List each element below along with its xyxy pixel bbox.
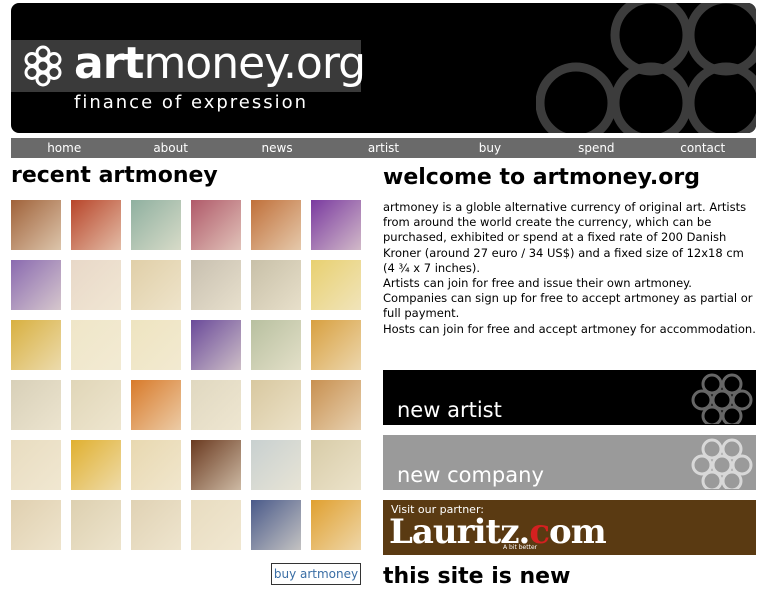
new-artist-banner[interactable]: new artist: [383, 370, 756, 425]
artwork-thumbnail[interactable]: [251, 500, 301, 550]
artwork-thumbnail[interactable]: [11, 200, 61, 250]
recent-artmoney-grid: [11, 200, 362, 550]
intro-paragraph: artmoney is a globle alternative currenc…: [383, 200, 747, 275]
main-nav: home about news artist buy spend contact: [11, 138, 756, 158]
artwork-thumbnail[interactable]: [11, 380, 61, 430]
tagline: finance of expression: [74, 92, 309, 113]
site-header: artmoney.org finance of expression: [11, 3, 756, 133]
artwork-thumbnail[interactable]: [311, 500, 361, 550]
nav-artist[interactable]: artist: [330, 138, 436, 158]
logo-bold-text: art: [74, 38, 144, 89]
intro-hosts: Hosts can join for free and accept artmo…: [383, 321, 756, 336]
artwork-thumbnail[interactable]: [11, 440, 61, 490]
artwork-thumbnail[interactable]: [131, 440, 181, 490]
artwork-thumbnail[interactable]: [71, 320, 121, 370]
intro-companies: Companies can sign up for free to accept…: [383, 291, 753, 321]
artwork-thumbnail[interactable]: [191, 440, 241, 490]
artwork-thumbnail[interactable]: [191, 320, 241, 370]
artwork-thumbnail[interactable]: [11, 320, 61, 370]
new-company-banner[interactable]: new company: [383, 435, 756, 490]
partner-logo: Lauritz.com: [389, 512, 607, 552]
artwork-thumbnail[interactable]: [11, 500, 61, 550]
artwork-thumbnail[interactable]: [131, 260, 181, 310]
logo-rest-text: money.org: [143, 38, 366, 89]
artwork-thumbnail[interactable]: [131, 380, 181, 430]
partner-small-text: A bit better: [503, 544, 538, 551]
artwork-thumbnail[interactable]: [191, 380, 241, 430]
rings-small-icon: [691, 438, 753, 489]
artwork-thumbnail[interactable]: [311, 260, 361, 310]
rings-small-icon: [691, 373, 753, 424]
artwork-thumbnail[interactable]: [71, 500, 121, 550]
artwork-thumbnail[interactable]: [11, 260, 61, 310]
nav-about[interactable]: about: [117, 138, 223, 158]
rings-decoration-icon: [536, 3, 756, 133]
site-logo[interactable]: artmoney.org: [74, 37, 366, 91]
artwork-thumbnail[interactable]: [191, 260, 241, 310]
artwork-thumbnail[interactable]: [311, 440, 361, 490]
artwork-thumbnail[interactable]: [191, 200, 241, 250]
artwork-thumbnail[interactable]: [191, 500, 241, 550]
intro-artists: Artists can join for free and issue thei…: [383, 276, 692, 291]
nav-spend[interactable]: spend: [543, 138, 649, 158]
artwork-thumbnail[interactable]: [311, 320, 361, 370]
artwork-thumbnail[interactable]: [251, 260, 301, 310]
artwork-thumbnail[interactable]: [251, 380, 301, 430]
artwork-thumbnail[interactable]: [251, 440, 301, 490]
partner-name-b: om: [549, 512, 607, 552]
site-new-heading: this site is new: [383, 564, 571, 589]
nav-contact[interactable]: contact: [650, 138, 756, 158]
artwork-thumbnail[interactable]: [251, 200, 301, 250]
recent-artmoney-heading: recent artmoney: [11, 163, 218, 188]
artwork-thumbnail[interactable]: [311, 380, 361, 430]
artwork-thumbnail[interactable]: [71, 440, 121, 490]
buy-artmoney-button[interactable]: buy artmoney: [271, 563, 361, 585]
nav-home[interactable]: home: [11, 138, 117, 158]
nav-news[interactable]: news: [224, 138, 330, 158]
new-artist-label: new artist: [397, 398, 502, 422]
artwork-thumbnail[interactable]: [131, 200, 181, 250]
partner-banner[interactable]: Visit our partner: Lauritz.com A bit bet…: [383, 500, 756, 555]
artwork-thumbnail[interactable]: [131, 320, 181, 370]
artwork-thumbnail[interactable]: [71, 380, 121, 430]
artwork-thumbnail[interactable]: [71, 200, 121, 250]
welcome-heading: welcome to artmoney.org: [383, 165, 700, 190]
artwork-thumbnail[interactable]: [131, 500, 181, 550]
new-company-label: new company: [397, 463, 544, 487]
artwork-thumbnail[interactable]: [71, 260, 121, 310]
flower-logo-icon[interactable]: [21, 44, 65, 88]
nav-buy[interactable]: buy: [437, 138, 543, 158]
artwork-thumbnail[interactable]: [311, 200, 361, 250]
artwork-thumbnail[interactable]: [251, 320, 301, 370]
welcome-text: artmoney is a globle alternative currenc…: [383, 200, 756, 337]
